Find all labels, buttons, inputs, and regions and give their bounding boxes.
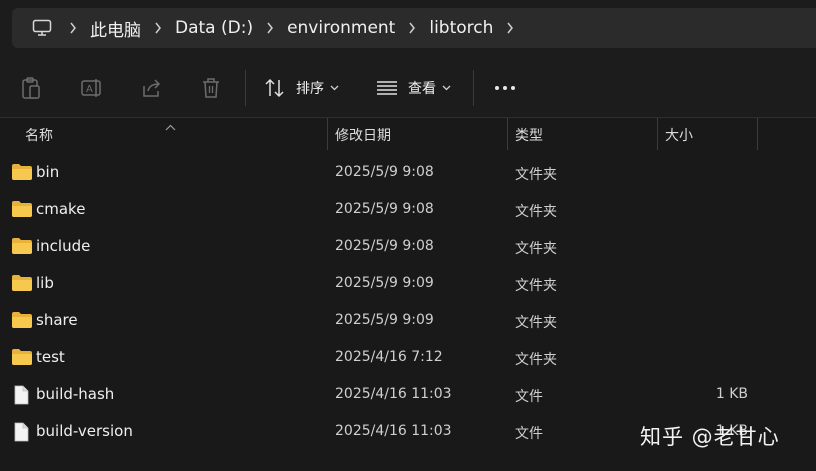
file-date: 2025/4/16 11:03: [335, 423, 452, 439]
rename-icon: A: [81, 79, 101, 97]
breadcrumb-environment[interactable]: environment: [287, 18, 395, 38]
trash-icon: [203, 78, 219, 98]
file-type: 文件夹: [515, 204, 557, 220]
folder-icon: [11, 237, 33, 257]
file-type: 文件夹: [515, 352, 557, 368]
folder-icon: [11, 200, 33, 220]
file-date: 2025/5/9 9:08: [335, 164, 434, 180]
chevron-right-icon[interactable]: [56, 22, 90, 34]
paste-button[interactable]: [20, 74, 42, 102]
watermark-text: 知乎 @老甘心: [640, 425, 780, 449]
file-date: 2025/5/9 9:08: [335, 201, 434, 217]
toolbar-divider: [473, 70, 474, 106]
folder-icon: [11, 274, 33, 294]
column-divider[interactable]: [757, 118, 758, 150]
column-header: 名称 修改日期 类型 大小: [0, 118, 816, 150]
svg-text:A: A: [86, 84, 93, 95]
file-row[interactable]: build-hash 2025/4/16 11:03 文件 1 KB: [0, 376, 816, 413]
breadcrumb-data-drive[interactable]: Data (D:): [175, 18, 253, 38]
sort-button[interactable]: 排序: [264, 74, 339, 102]
share-icon: [143, 79, 161, 97]
file-row[interactable]: share 2025/5/9 9:09 文件夹: [0, 302, 816, 339]
column-size[interactable]: 大小: [665, 125, 693, 145]
view-icon: [377, 81, 397, 95]
file-icon: [11, 385, 33, 405]
file-type: 文件夹: [515, 315, 557, 331]
sort-label: 排序: [296, 81, 324, 97]
column-divider[interactable]: [657, 118, 658, 150]
file-date: 2025/4/16 7:12: [335, 349, 443, 365]
chevron-right-icon[interactable]: [395, 22, 429, 34]
command-bar: A 排序 查看: [0, 58, 816, 118]
column-name[interactable]: 名称: [25, 125, 53, 145]
chevron-right-icon[interactable]: [141, 22, 175, 34]
file-name: cmake: [36, 200, 86, 218]
file-type: 文件夹: [515, 241, 557, 257]
more-options-button[interactable]: [494, 74, 516, 102]
more-icon: [495, 86, 515, 90]
file-row[interactable]: test 2025/4/16 7:12 文件夹: [0, 339, 816, 376]
column-divider[interactable]: [507, 118, 508, 150]
file-date: 2025/5/9 9:08: [335, 238, 434, 254]
file-name: bin: [36, 163, 60, 181]
column-divider[interactable]: [327, 118, 328, 150]
chevron-down-icon: [442, 85, 451, 91]
view-button[interactable]: 查看: [376, 74, 451, 102]
paste-icon: [22, 77, 40, 99]
file-explorer-window: 此电脑 Data (D:) environment libtorch A 排序: [0, 0, 816, 471]
file-name: test: [36, 348, 65, 366]
folder-icon: [11, 348, 33, 368]
file-type: 文件夹: [515, 278, 557, 294]
breadcrumb-libtorch[interactable]: libtorch: [429, 18, 493, 38]
column-date-modified[interactable]: 修改日期: [335, 125, 391, 145]
file-date: 2025/5/9 9:09: [335, 312, 434, 328]
sort-ascending-icon: [165, 116, 176, 135]
file-name: share: [36, 311, 78, 329]
file-name: lib: [36, 274, 54, 292]
file-type: 文件: [515, 426, 543, 442]
chevron-right-icon[interactable]: [493, 22, 527, 34]
address-bar[interactable]: 此电脑 Data (D:) environment libtorch: [12, 8, 816, 48]
sort-icon: [265, 78, 284, 98]
file-size: 1 KB: [715, 386, 748, 402]
chevron-down-icon: [330, 85, 339, 91]
file-name: build-hash: [36, 385, 115, 403]
file-list: bin 2025/5/9 9:08 文件夹 cmake 2025/5/9 9:0…: [0, 154, 816, 450]
file-row[interactable]: lib 2025/5/9 9:09 文件夹: [0, 265, 816, 302]
delete-button[interactable]: [201, 74, 221, 102]
column-type[interactable]: 类型: [515, 125, 543, 145]
chevron-right-icon[interactable]: [253, 22, 287, 34]
file-row[interactable]: include 2025/5/9 9:08 文件夹: [0, 228, 816, 265]
folder-icon: [11, 311, 33, 331]
file-type: 文件: [515, 389, 543, 405]
rename-button[interactable]: A: [80, 74, 104, 102]
file-date: 2025/5/9 9:09: [335, 275, 434, 291]
toolbar-divider: [245, 70, 246, 106]
file-name: build-version: [36, 422, 133, 440]
file-date: 2025/4/16 11:03: [335, 386, 452, 402]
breadcrumb-this-pc[interactable]: 此电脑: [90, 16, 141, 41]
this-pc-icon[interactable]: [28, 17, 56, 39]
address-bar-region: 此电脑 Data (D:) environment libtorch: [0, 0, 816, 58]
file-row[interactable]: cmake 2025/5/9 9:08 文件夹: [0, 191, 816, 228]
file-type: 文件夹: [515, 167, 557, 183]
share-button[interactable]: [141, 74, 163, 102]
file-icon: [11, 422, 33, 442]
file-row[interactable]: bin 2025/5/9 9:08 文件夹: [0, 154, 816, 191]
view-label: 查看: [408, 81, 436, 97]
file-name: include: [36, 237, 91, 255]
folder-icon: [11, 163, 33, 183]
